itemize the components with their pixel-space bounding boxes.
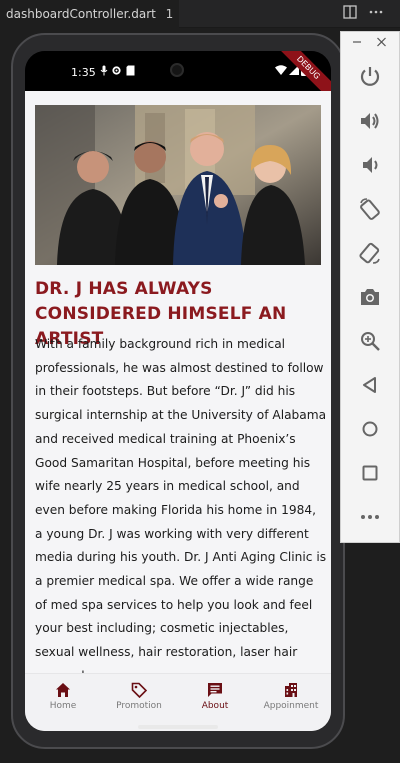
bottom-navigation: Home Promotion About Appoinment — [25, 673, 331, 731]
phone-frame: 1:35 DEBUG DR. J HAS ALWAYS CONSIDERED H… — [11, 33, 345, 749]
tag-icon — [131, 682, 148, 699]
home-indicator[interactable] — [138, 725, 218, 729]
nav-label-about: About — [201, 701, 229, 711]
settings-icon — [111, 65, 122, 79]
home-icon — [55, 682, 71, 698]
minimize-icon[interactable] — [353, 36, 361, 51]
nav-item-about[interactable]: About — [177, 674, 253, 718]
volume-up-icon[interactable] — [358, 109, 382, 133]
status-time: 1:35 — [71, 66, 96, 79]
volume-down-icon[interactable] — [358, 153, 382, 177]
camera-icon[interactable] — [358, 285, 382, 309]
nav-item-home[interactable]: Home — [25, 674, 101, 718]
phone-display: 1:35 DEBUG DR. J HAS ALWAYS CONSIDERED H… — [25, 51, 331, 731]
team-photo — [35, 105, 321, 265]
editor-tab[interactable]: dashboardController.dart 1 — [0, 0, 180, 28]
home-circle-icon[interactable] — [358, 417, 382, 441]
rotate-right-icon[interactable] — [358, 241, 382, 265]
emulator-toolbar — [340, 31, 400, 543]
rotate-left-icon[interactable] — [358, 197, 382, 221]
zoom-icon[interactable] — [358, 329, 382, 353]
nav-label-appointment: Appoinment — [263, 701, 319, 711]
problem-count-badge: 1 — [165, 7, 174, 21]
back-icon[interactable] — [358, 373, 382, 397]
nav-item-promotion[interactable]: Promotion — [101, 674, 177, 718]
wifi-icon — [275, 65, 287, 78]
sd-card-icon — [126, 65, 135, 79]
more-actions-icon[interactable] — [367, 5, 385, 23]
more-icon[interactable] — [358, 505, 382, 529]
editor-tab-title: dashboardController.dart — [6, 7, 156, 21]
overview-icon[interactable] — [358, 461, 382, 485]
nav-label-home: Home — [49, 701, 77, 711]
status-bar: 1:35 DEBUG — [25, 51, 331, 105]
nav-label-promotion: Promotion — [116, 701, 162, 711]
mic-icon — [100, 65, 108, 79]
article-body: With a family background rich in medical… — [35, 337, 327, 683]
front-camera — [170, 63, 184, 77]
split-editor-icon[interactable] — [341, 5, 359, 23]
nav-item-appointment[interactable]: Appoinment — [253, 674, 329, 718]
power-icon[interactable] — [358, 64, 382, 88]
chat-icon — [207, 682, 223, 698]
app-screen: DR. J HAS ALWAYS CONSIDERED HIMSELF AN A… — [25, 91, 331, 731]
editor-tab-bar: dashboardController.dart 1 — [0, 0, 400, 28]
close-icon[interactable] — [377, 36, 386, 51]
building-icon — [283, 682, 299, 698]
